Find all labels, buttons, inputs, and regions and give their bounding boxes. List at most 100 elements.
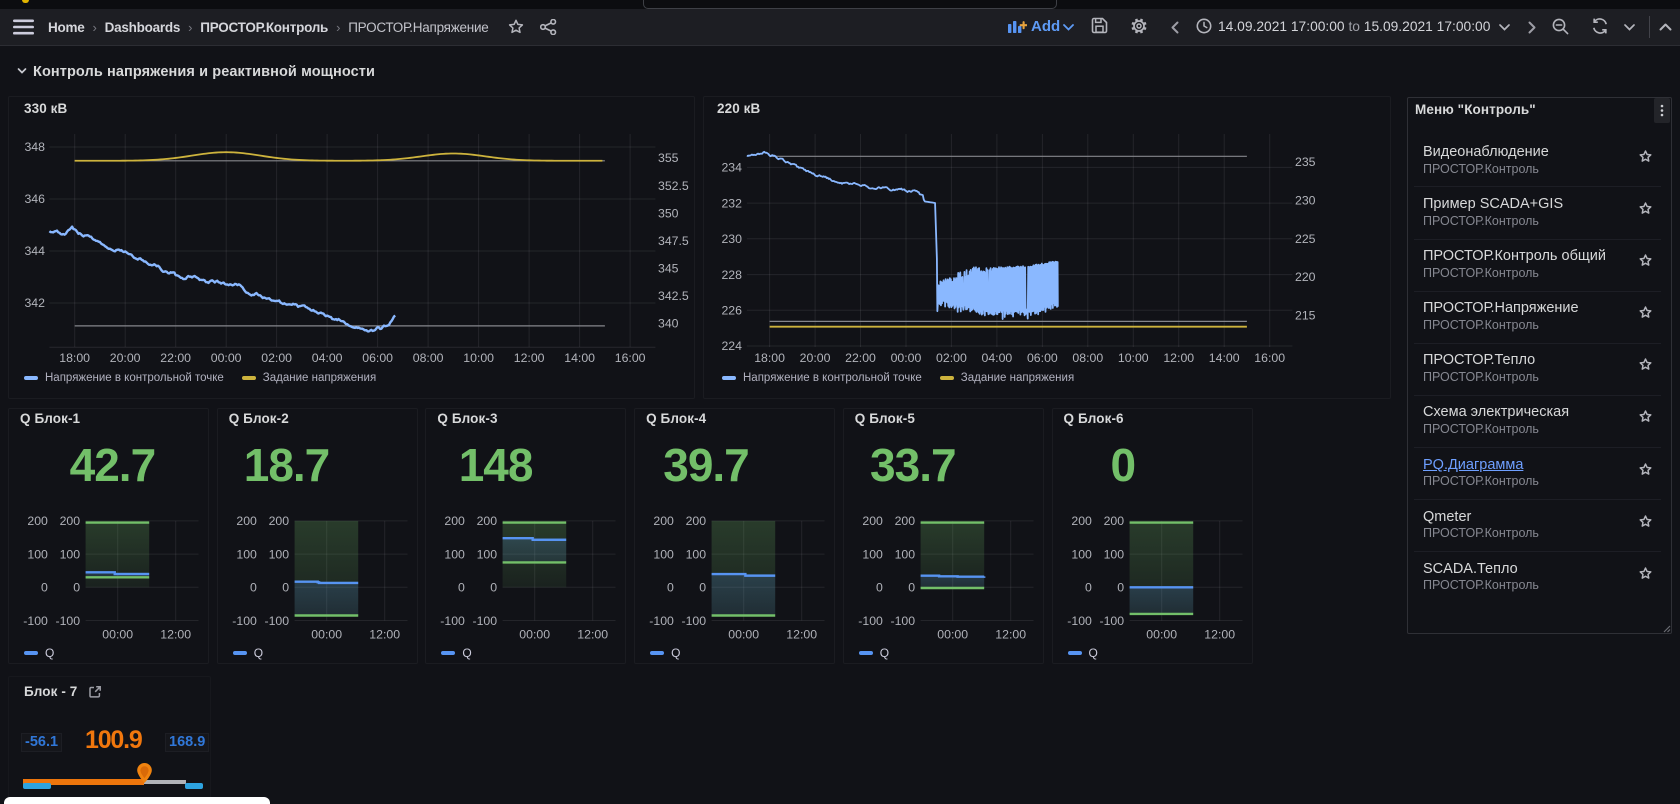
svg-text:346: 346 (24, 192, 45, 206)
svg-text:0: 0 (908, 581, 915, 595)
svg-text:00:00: 00:00 (102, 628, 133, 642)
svg-text:224: 224 (721, 339, 742, 353)
svg-text:350: 350 (658, 206, 679, 220)
svg-text:100: 100 (653, 547, 674, 561)
svg-text:200: 200 (477, 514, 498, 528)
svg-text:00:00: 00:00 (728, 628, 759, 642)
svg-text:0: 0 (41, 581, 48, 595)
svg-text:-100: -100 (682, 614, 707, 628)
svg-text:200: 200 (653, 514, 674, 528)
svg-text:22:00: 22:00 (160, 351, 191, 365)
svg-text:220: 220 (1295, 270, 1316, 284)
svg-text:-100: -100 (55, 614, 80, 628)
svg-text:228: 228 (721, 268, 742, 282)
svg-text:0: 0 (73, 581, 80, 595)
svg-text:12:00: 12:00 (995, 628, 1026, 642)
svg-text:-100: -100 (1099, 614, 1124, 628)
svg-text:08:00: 08:00 (1072, 351, 1103, 365)
svg-text:200: 200 (236, 514, 257, 528)
svg-text:08:00: 08:00 (413, 351, 444, 365)
svg-text:100: 100 (862, 547, 883, 561)
svg-text:342: 342 (24, 296, 45, 310)
svg-text:00:00: 00:00 (1146, 628, 1177, 642)
svg-text:344: 344 (24, 244, 45, 258)
svg-text:348: 348 (24, 140, 45, 154)
svg-text:12:00: 12:00 (369, 628, 400, 642)
svg-text:100: 100 (236, 547, 257, 561)
svg-text:12:00: 12:00 (160, 628, 191, 642)
svg-text:0: 0 (667, 581, 674, 595)
svg-text:355: 355 (658, 151, 679, 165)
svg-text:10:00: 10:00 (463, 351, 494, 365)
svg-text:04:00: 04:00 (982, 351, 1013, 365)
svg-text:340: 340 (658, 317, 679, 331)
svg-text:00:00: 00:00 (937, 628, 968, 642)
svg-text:18:00: 18:00 (754, 351, 785, 365)
svg-text:-100: -100 (473, 614, 498, 628)
svg-text:230: 230 (1295, 194, 1316, 208)
svg-text:16:00: 16:00 (615, 351, 646, 365)
svg-text:200: 200 (445, 514, 466, 528)
svg-text:12:00: 12:00 (1204, 628, 1235, 642)
svg-text:215: 215 (1295, 308, 1316, 322)
svg-text:-100: -100 (1067, 614, 1092, 628)
svg-text:200: 200 (268, 514, 289, 528)
svg-text:18:00: 18:00 (59, 351, 90, 365)
svg-text:-100: -100 (441, 614, 466, 628)
svg-text:345: 345 (658, 261, 679, 275)
svg-text:0: 0 (699, 581, 706, 595)
svg-text:200: 200 (60, 514, 81, 528)
svg-text:200: 200 (1103, 514, 1124, 528)
svg-text:100: 100 (894, 547, 915, 561)
svg-text:02:00: 02:00 (936, 351, 967, 365)
svg-text:00:00: 00:00 (891, 351, 922, 365)
svg-text:0: 0 (491, 581, 498, 595)
svg-text:-100: -100 (649, 614, 674, 628)
svg-text:352.5: 352.5 (658, 179, 689, 193)
svg-text:-100: -100 (23, 614, 48, 628)
svg-text:230: 230 (721, 232, 742, 246)
svg-text:12:00: 12:00 (786, 628, 817, 642)
svg-text:16:00: 16:00 (1254, 351, 1285, 365)
svg-text:0: 0 (1085, 581, 1092, 595)
svg-text:200: 200 (862, 514, 883, 528)
svg-text:100: 100 (477, 547, 498, 561)
svg-text:100: 100 (60, 547, 81, 561)
svg-text:100: 100 (268, 547, 289, 561)
svg-text:06:00: 06:00 (362, 351, 393, 365)
svg-text:347.5: 347.5 (658, 234, 689, 248)
svg-text:200: 200 (894, 514, 915, 528)
svg-text:-100: -100 (232, 614, 257, 628)
svg-text:100: 100 (1071, 547, 1092, 561)
svg-text:14:00: 14:00 (564, 351, 595, 365)
svg-text:0: 0 (282, 581, 289, 595)
svg-text:02:00: 02:00 (261, 351, 292, 365)
svg-text:0: 0 (250, 581, 257, 595)
svg-text:00:00: 00:00 (211, 351, 242, 365)
svg-text:0: 0 (876, 581, 883, 595)
svg-text:100: 100 (1103, 547, 1124, 561)
svg-text:-100: -100 (264, 614, 289, 628)
svg-text:100: 100 (686, 547, 707, 561)
svg-text:20:00: 20:00 (800, 351, 831, 365)
svg-text:226: 226 (721, 303, 742, 317)
svg-text:342.5: 342.5 (658, 289, 689, 303)
svg-text:0: 0 (1117, 581, 1124, 595)
svg-text:12:00: 12:00 (514, 351, 545, 365)
svg-text:04:00: 04:00 (312, 351, 343, 365)
svg-text:22:00: 22:00 (845, 351, 876, 365)
svg-text:12:00: 12:00 (1163, 351, 1194, 365)
svg-text:06:00: 06:00 (1027, 351, 1058, 365)
svg-text:14:00: 14:00 (1209, 351, 1240, 365)
svg-text:200: 200 (686, 514, 707, 528)
svg-text:100: 100 (27, 547, 48, 561)
svg-text:00:00: 00:00 (520, 628, 551, 642)
svg-text:20:00: 20:00 (110, 351, 141, 365)
svg-text:234: 234 (721, 161, 742, 175)
svg-text:-100: -100 (858, 614, 883, 628)
svg-text:235: 235 (1295, 155, 1316, 169)
svg-text:232: 232 (721, 196, 742, 210)
svg-text:200: 200 (1071, 514, 1092, 528)
svg-text:200: 200 (27, 514, 48, 528)
svg-text:100: 100 (445, 547, 466, 561)
